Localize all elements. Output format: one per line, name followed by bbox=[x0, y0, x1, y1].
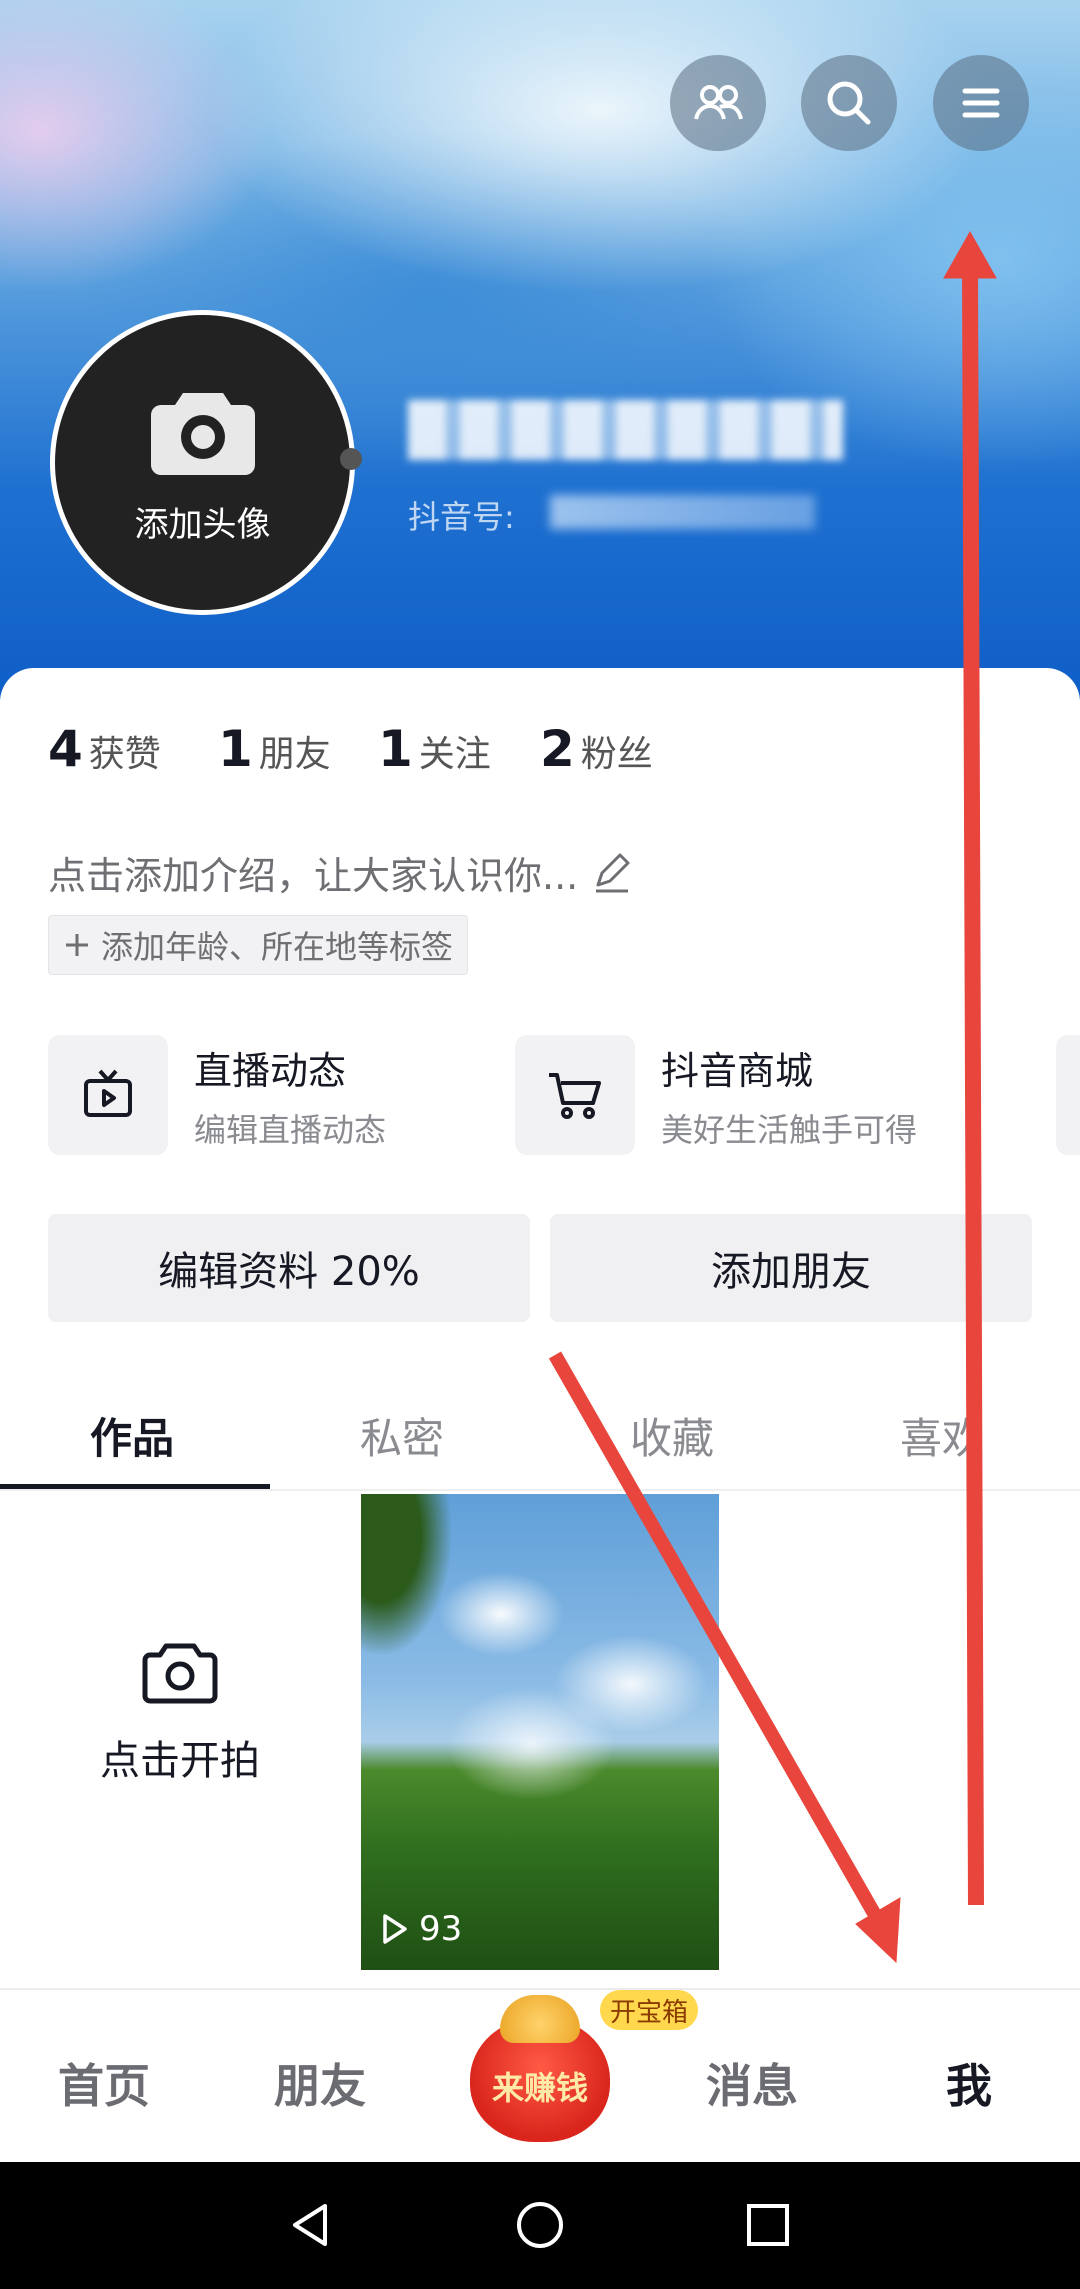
stat-followers-count: 2 bbox=[540, 720, 575, 778]
people-icon bbox=[694, 85, 743, 120]
camera-icon bbox=[150, 393, 255, 475]
tab-likes[interactable]: 喜欢 bbox=[900, 1405, 984, 1466]
feature-live-title: 直播动态 bbox=[194, 1048, 347, 1093]
edit-profile-button[interactable]: 编辑资料 20% bbox=[48, 1214, 530, 1322]
nav-home[interactable]: 首页 bbox=[58, 2050, 150, 2116]
treasure-box-badge[interactable]: 开宝箱 bbox=[600, 1990, 699, 2030]
system-navigation-bar bbox=[0, 2162, 1080, 2289]
douyin-id-blurred bbox=[550, 495, 815, 529]
feature-live-activity[interactable]: 直播动态 编辑直播动态 bbox=[48, 1035, 386, 1155]
stat-likes-count: 4 bbox=[48, 720, 83, 778]
video-views: 93 bbox=[377, 1909, 462, 1949]
bio-text: 点击添加介绍，让大家认识你... bbox=[48, 854, 579, 898]
pencil-icon bbox=[596, 853, 630, 892]
stat-following-count: 1 bbox=[378, 720, 413, 778]
recents-icon[interactable] bbox=[745, 2202, 791, 2248]
avatar-edit-dot bbox=[340, 448, 362, 470]
username-blurred bbox=[408, 400, 843, 460]
stat-friends-label: 朋友 bbox=[258, 734, 331, 775]
cart-icon bbox=[515, 1035, 635, 1155]
nav-earn-label: 来赚钱 bbox=[491, 2069, 588, 2107]
feature-live-subtitle: 编辑直播动态 bbox=[194, 1110, 387, 1149]
nav-me[interactable]: 我 bbox=[946, 2050, 992, 2116]
stat-followers[interactable]: 2 粉丝 bbox=[540, 720, 653, 778]
thumbnail-foliage bbox=[361, 1494, 451, 1654]
menu-icon bbox=[962, 88, 1000, 118]
camera-outline-icon bbox=[142, 1643, 218, 1704]
add-avatar-button[interactable]: 添加头像 bbox=[50, 310, 355, 615]
plus-icon bbox=[66, 934, 88, 956]
feature-mall-subtitle: 美好生活触手可得 bbox=[661, 1110, 918, 1149]
search-icon bbox=[827, 81, 871, 125]
tab-works[interactable]: 作品 bbox=[90, 1405, 174, 1466]
play-icon bbox=[383, 1914, 407, 1944]
nav-earn-button[interactable]: 来赚钱 bbox=[470, 1995, 610, 2145]
search-button[interactable] bbox=[801, 55, 897, 151]
add-tags-button[interactable]: 添加年龄、所在地等标签 bbox=[48, 915, 469, 975]
friends-button[interactable] bbox=[670, 55, 766, 151]
money-bag-knot bbox=[500, 1995, 580, 2043]
feature-douyin-mall[interactable]: 抖音商城 美好生活触手可得 bbox=[515, 1035, 917, 1155]
stat-following[interactable]: 1 关注 bbox=[378, 720, 491, 778]
tabs-divider bbox=[0, 1489, 1080, 1491]
stat-likes-label: 获赞 bbox=[88, 734, 161, 775]
back-icon[interactable] bbox=[285, 2200, 335, 2250]
stat-likes[interactable]: 4 获赞 bbox=[48, 720, 161, 778]
tv-icon bbox=[48, 1035, 168, 1155]
stat-followers-label: 粉丝 bbox=[580, 734, 653, 775]
nav-messages[interactable]: 消息 bbox=[706, 2050, 798, 2116]
start-shooting-label: 点击开拍 bbox=[100, 1738, 260, 1784]
stat-friends-count: 1 bbox=[218, 720, 253, 778]
bio-placeholder[interactable]: 点击添加介绍，让大家认识你... bbox=[48, 845, 634, 900]
video-views-count: 93 bbox=[419, 1909, 463, 1949]
start-shooting-button[interactable]: 点击开拍 bbox=[50, 1640, 310, 1786]
stat-friends[interactable]: 1 朋友 bbox=[218, 720, 331, 778]
feature-next-partial[interactable] bbox=[1056, 1035, 1080, 1155]
home-icon[interactable] bbox=[515, 2200, 565, 2250]
menu-button[interactable] bbox=[933, 55, 1029, 151]
feature-mall-title: 抖音商城 bbox=[661, 1048, 814, 1093]
tab-favorites[interactable]: 收藏 bbox=[630, 1405, 714, 1466]
avatar-label: 添加头像 bbox=[134, 505, 271, 545]
stat-following-label: 关注 bbox=[418, 734, 491, 775]
add-friend-button[interactable]: 添加朋友 bbox=[550, 1214, 1032, 1322]
nav-friends[interactable]: 朋友 bbox=[274, 2050, 366, 2116]
tab-private[interactable]: 私密 bbox=[360, 1405, 444, 1466]
douyin-id-label: 抖音号: bbox=[408, 498, 515, 536]
add-tags-label: 添加年龄、所在地等标签 bbox=[101, 928, 454, 966]
video-thumbnail[interactable]: 93 bbox=[361, 1494, 719, 1970]
